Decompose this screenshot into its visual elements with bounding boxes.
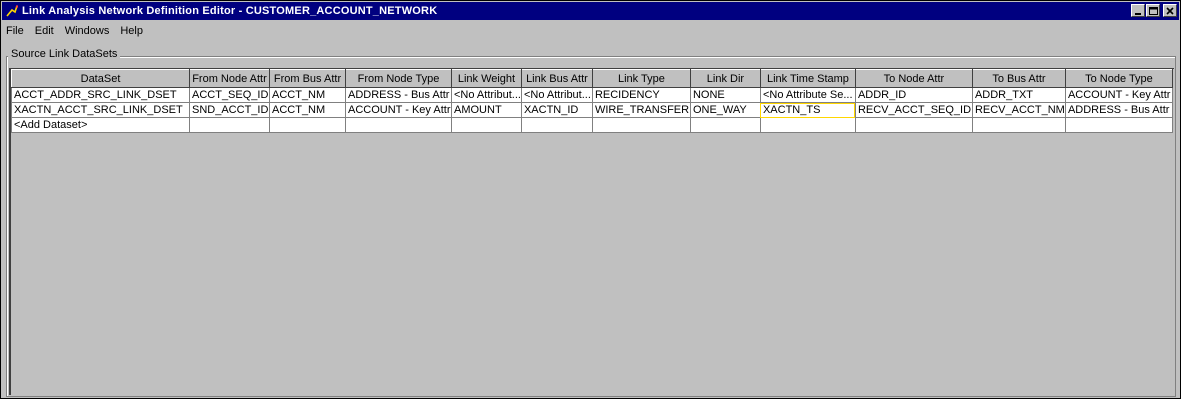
title-bar[interactable]: Link Analysis Network Definition Editor … [2, 2, 1179, 20]
table-cell[interactable] [759, 117, 856, 133]
column-header-from-node-attr[interactable]: From Node Attr [189, 69, 270, 88]
menu-help[interactable]: Help [114, 25, 148, 37]
column-header-link-time-stamp[interactable]: Link Time Stamp [759, 69, 856, 88]
table-cell[interactable]: ACCT_NM [269, 87, 346, 103]
column-header-from-bus-attr[interactable]: From Bus Attr [269, 69, 346, 88]
column-header-link-bus-attr[interactable]: Link Bus Attr [520, 69, 593, 88]
table-cell-focused[interactable]: XACTN_TS [759, 102, 856, 118]
table-cell[interactable]: ADDR_ID [854, 87, 973, 103]
column-header-to-node-type[interactable]: To Node Type [1064, 69, 1173, 88]
table-header-row: DataSet From Node Attr From Bus Attr Fro… [11, 69, 1173, 88]
table-cell[interactable]: ADDR_TXT [971, 87, 1066, 103]
table-cell[interactable] [591, 117, 691, 133]
table-cell[interactable] [689, 117, 761, 133]
datasets-table: DataSet From Node Attr From Bus Attr Fro… [11, 69, 1173, 133]
table-cell[interactable]: <No Attribut... [451, 87, 522, 103]
menu-edit[interactable]: Edit [29, 25, 59, 37]
close-icon [1166, 6, 1174, 15]
table-cell[interactable]: ADDRESS - Bus Attr [345, 87, 452, 103]
app-icon [5, 4, 19, 18]
table-cell[interactable] [451, 117, 522, 133]
table-cell[interactable]: NONE [689, 87, 761, 103]
table-cell[interactable]: ADDRESS - Bus Attr [1064, 102, 1173, 118]
add-dataset-row[interactable]: <Add Dataset> [11, 117, 1173, 133]
table-cell[interactable] [269, 117, 346, 133]
minimize-button[interactable] [1131, 4, 1145, 17]
column-header-link-type[interactable]: Link Type [591, 69, 691, 88]
window-title: Link Analysis Network Definition Editor … [22, 5, 438, 17]
table-cell[interactable]: <No Attribut... [520, 87, 593, 103]
table-cell[interactable] [345, 117, 452, 133]
table-cell[interactable] [1064, 117, 1173, 133]
datasets-table-viewport[interactable]: DataSet From Node Attr From Bus Attr Fro… [9, 68, 1174, 395]
panel-title: Source Link DataSets [8, 48, 121, 60]
table-cell[interactable]: XACTN_ID [520, 102, 593, 118]
table-cell[interactable]: WIRE_TRANSFER [591, 102, 691, 118]
table-row[interactable]: ACCT_ADDR_SRC_LINK_DSET ACCT_SEQ_ID ACCT… [11, 87, 1173, 103]
table-cell[interactable] [189, 117, 270, 133]
maximize-icon [1148, 6, 1158, 15]
table-cell[interactable]: <No Attribute Se... [759, 87, 856, 103]
table-cell[interactable] [971, 117, 1066, 133]
add-dataset-cell[interactable]: <Add Dataset> [11, 117, 190, 133]
minimize-icon [1135, 12, 1141, 15]
column-header-from-node-type[interactable]: From Node Type [345, 69, 452, 88]
table-cell[interactable]: XACTN_ACCT_SRC_LINK_DSET [11, 102, 190, 118]
table-cell[interactable]: ACCOUNT - Key Attr [1064, 87, 1173, 103]
menu-bar: File Edit Windows Help [2, 21, 1179, 40]
menu-file[interactable]: File [2, 25, 29, 37]
column-header-link-weight[interactable]: Link Weight [451, 69, 522, 88]
maximize-button[interactable] [1146, 4, 1160, 17]
table-row[interactable]: XACTN_ACCT_SRC_LINK_DSET SND_ACCT_ID ACC… [11, 102, 1173, 118]
table-cell[interactable]: AMOUNT [451, 102, 522, 118]
table-cell[interactable]: ACCOUNT - Key Attr [345, 102, 452, 118]
table-cell[interactable]: RECV_ACCT_SEQ_ID [854, 102, 973, 118]
column-header-dataset[interactable]: DataSet [11, 69, 190, 88]
column-header-to-bus-attr[interactable]: To Bus Attr [971, 69, 1066, 88]
table-cell[interactable]: ACCT_ADDR_SRC_LINK_DSET [11, 87, 190, 103]
menu-windows[interactable]: Windows [59, 25, 115, 37]
table-cell[interactable]: ACCT_SEQ_ID [189, 87, 270, 103]
table-cell[interactable]: ONE_WAY [689, 102, 761, 118]
column-header-link-dir[interactable]: Link Dir [689, 69, 761, 88]
column-header-to-node-attr[interactable]: To Node Attr [854, 69, 973, 88]
table-cell[interactable] [854, 117, 973, 133]
table-cell[interactable] [520, 117, 593, 133]
close-button[interactable] [1163, 4, 1177, 17]
table-cell[interactable]: SND_ACCT_ID [189, 102, 270, 118]
table-cell[interactable]: RECV_ACCT_NM [971, 102, 1066, 118]
table-cell[interactable]: ACCT_NM [269, 102, 346, 118]
table-cell[interactable]: RECIDENCY [591, 87, 691, 103]
